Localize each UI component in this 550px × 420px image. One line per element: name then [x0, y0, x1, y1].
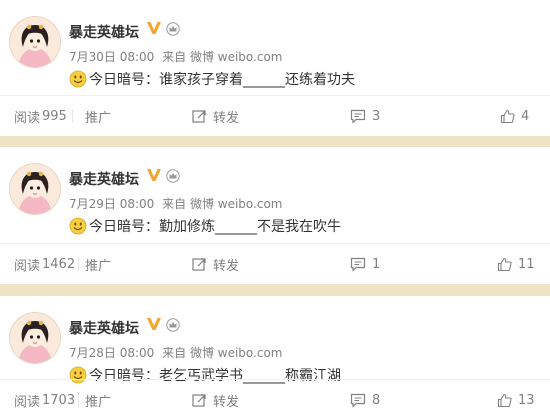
forward-icon [192, 257, 206, 271]
comment-count: 1 [372, 256, 381, 272]
action-bar: 阅读 995 推广 转发 3 4 [0, 95, 550, 136]
like-button[interactable]: 4 [500, 96, 529, 136]
forward-icon [192, 393, 206, 407]
comment-count: 8 [372, 392, 381, 408]
username[interactable]: 暴走英雄坛 [69, 318, 139, 338]
username[interactable]: 暴走英雄坛 [69, 169, 139, 189]
divider [78, 393, 79, 407]
username[interactable]: 暴走英雄坛 [69, 22, 139, 42]
promote-button[interactable]: 推广 [85, 96, 111, 136]
read-count: 阅读 1462 [14, 244, 75, 284]
comment-icon [350, 393, 366, 407]
promote-label: 推广 [85, 110, 112, 126]
thumbs-up-icon [500, 109, 515, 123]
promote-button[interactable]: 推广 [85, 380, 111, 420]
post-content: 今日暗号：谁家孩子穿着______还练着功夫 [69, 69, 355, 89]
read-number: 1462 [42, 256, 76, 272]
forward-label: 转发 [213, 110, 240, 126]
post-text: 今日暗号：勤加修炼______不是我在吹牛 [89, 219, 341, 235]
avatar[interactable] [10, 313, 60, 363]
read-number: 995 [42, 108, 67, 124]
crown-icon[interactable] [166, 22, 180, 36]
post-time[interactable]: 7月29日 08:00 [69, 197, 154, 211]
like-count: 4 [521, 108, 530, 124]
comment-count: 3 [372, 108, 381, 124]
comment-icon [350, 109, 366, 123]
verified-v-icon [147, 318, 161, 330]
read-count: 阅读 1703 [14, 380, 75, 420]
forward-label: 转发 [213, 394, 240, 410]
promote-button[interactable]: 推广 [85, 244, 111, 284]
like-button[interactable]: 13 [497, 380, 535, 420]
post-time[interactable]: 7月30日 08:00 [69, 50, 154, 64]
like-button[interactable]: 11 [497, 244, 535, 284]
avatar[interactable] [10, 17, 60, 67]
weibo-post: 暴走英雄坛 7月28日 08:00 来自 微博 weibo.com 今日暗号：老… [0, 296, 550, 420]
forward-label: 转发 [213, 258, 240, 274]
divider [78, 257, 79, 271]
forward-button[interactable]: 转发 [192, 244, 239, 284]
forward-button[interactable]: 转发 [192, 96, 239, 136]
weibo-post: 暴走英雄坛 7月30日 08:00 来自 微博 weibo.com 今日暗号：谁… [0, 0, 550, 136]
post-meta: 7月30日 08:00 来自 微博 weibo.com [69, 48, 287, 65]
weibo-post: 暴走英雄坛 7月29日 08:00 来自 微博 weibo.com 今日暗号：勤… [0, 147, 550, 284]
crown-icon[interactable] [166, 318, 180, 332]
thumbs-up-icon [497, 393, 512, 407]
smile-emoji-icon [69, 70, 87, 88]
divider [72, 109, 73, 123]
read-label: 阅读 [14, 394, 41, 410]
verified-v-icon [147, 169, 161, 181]
promote-label: 推广 [85, 394, 112, 410]
smile-emoji-icon [69, 217, 87, 235]
verified-v-icon [147, 22, 161, 34]
comment-button[interactable]: 8 [350, 380, 380, 420]
read-label: 阅读 [14, 110, 41, 126]
read-number: 1703 [42, 392, 76, 408]
post-source[interactable]: 来自 微博 weibo.com [162, 346, 282, 360]
comment-button[interactable]: 3 [350, 96, 380, 136]
post-time[interactable]: 7月28日 08:00 [69, 346, 154, 360]
like-count: 13 [518, 392, 535, 408]
post-source[interactable]: 来自 微博 weibo.com [162, 197, 282, 211]
like-count: 11 [518, 256, 535, 272]
read-count: 阅读 995 [14, 96, 67, 136]
thumbs-up-icon [497, 257, 512, 271]
forward-icon [192, 109, 206, 123]
comment-icon [350, 257, 366, 271]
post-meta: 7月29日 08:00 来自 微博 weibo.com [69, 195, 287, 212]
post-meta: 7月28日 08:00 来自 微博 weibo.com [69, 344, 287, 361]
promote-label: 推广 [85, 258, 112, 274]
post-text: 今日暗号：谁家孩子穿着______还练着功夫 [89, 72, 355, 88]
post-source[interactable]: 来自 微博 weibo.com [162, 50, 282, 64]
action-bar: 阅读 1462 推广 转发 1 11 [0, 243, 550, 284]
crown-icon[interactable] [166, 169, 180, 183]
avatar[interactable] [10, 164, 60, 214]
comment-button[interactable]: 1 [350, 244, 380, 284]
read-label: 阅读 [14, 258, 41, 274]
forward-button[interactable]: 转发 [192, 380, 239, 420]
post-content: 今日暗号：勤加修炼______不是我在吹牛 [69, 216, 341, 236]
action-bar: 阅读 1703 推广 转发 8 13 [0, 379, 550, 420]
